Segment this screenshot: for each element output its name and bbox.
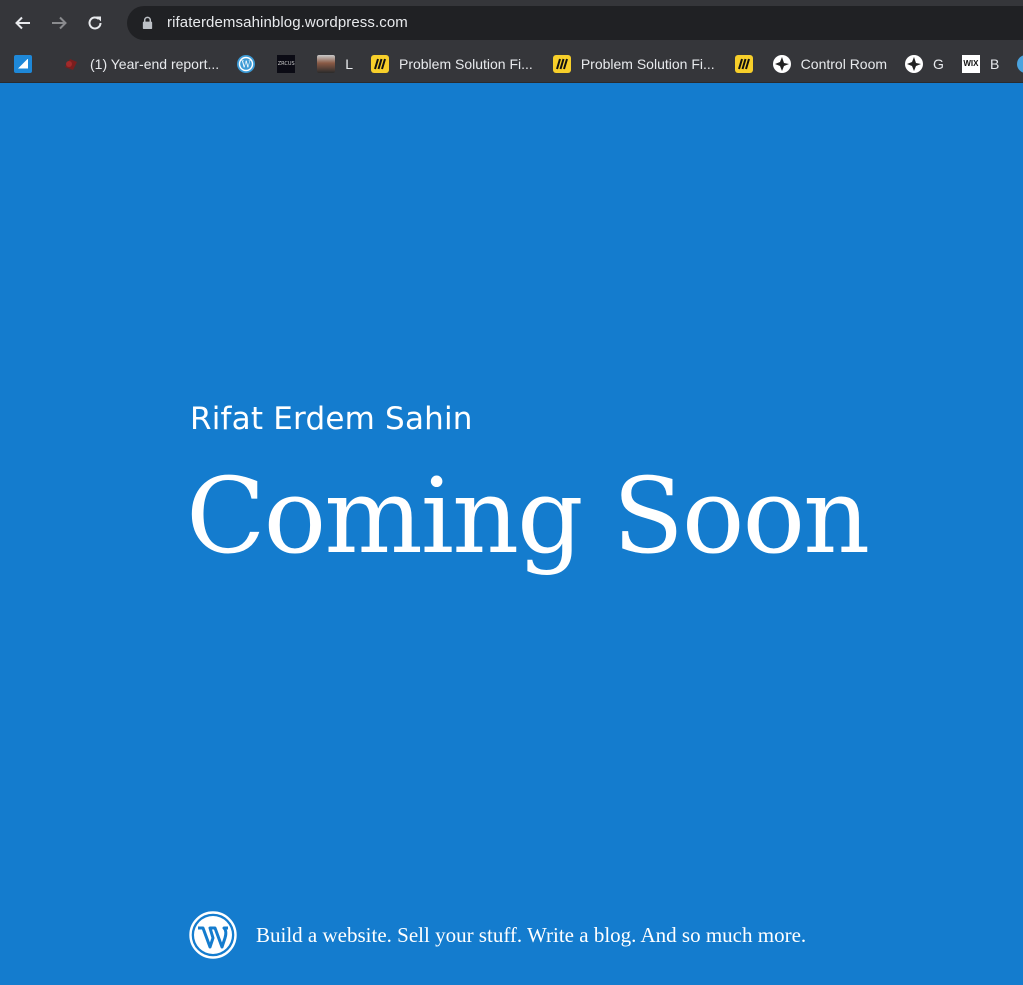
coming-soon-heading: Coming Soon [186,455,870,577]
svg-text:W: W [242,60,252,70]
bookmark-label: (1) Year-end report... [90,55,220,72]
lock-icon [141,16,155,30]
bookmark-item[interactable]: W [231,50,261,78]
bookmarks-bar: (1) Year-end report... W ZRCUS L Problem… [0,45,1023,83]
reload-icon [88,15,102,29]
bookmark-item[interactable]: L [311,50,359,78]
back-button[interactable] [5,5,41,41]
site-title: Rifat Erdem Sahin [190,401,473,437]
bookmark-item[interactable] [8,50,38,78]
blue-square-icon [14,54,32,73]
miro-icon [552,54,571,73]
bookmark-label: Problem Solution Fi... [398,55,533,72]
bookmark-item[interactable] [1011,50,1023,78]
forward-button[interactable] [41,5,77,41]
bookmark-item[interactable]: ZRCUS [271,50,301,78]
address-bar[interactable]: rifaterdemsahinblog.wordpress.com [127,5,1023,40]
reload-button[interactable] [77,5,113,41]
bookmark-label: G [933,55,944,72]
bookmark-item[interactable] [729,50,759,78]
wix-icon: WIX [961,54,980,73]
wordpress-icon: W [237,54,256,73]
globe-icon [1017,54,1023,73]
bookmark-item[interactable]: Problem Solution Fi... [365,50,539,78]
wordpress-footer[interactable]: Build a website. Sell your stuff. Write … [189,911,806,959]
bookmark-item[interactable]: (1) Year-end report... [56,50,225,78]
bookmark-item[interactable]: Control Room [767,50,893,78]
dark-app-icon: ZRCUS [277,54,296,73]
bookmark-item[interactable]: Problem Solution Fi... [547,50,721,78]
miro-icon [370,54,389,73]
coming-soon-page: Rifat Erdem Sahin Coming Soon Build a we… [0,83,1023,985]
miro-icon [734,54,753,73]
pinwheel-icon [772,54,791,73]
browser-toolbar: rifaterdemsahinblog.wordpress.com [0,0,1023,45]
bookmark-item[interactable]: WIX B [956,50,1005,78]
bookmark-label: Control Room [800,55,888,72]
back-arrow-icon [15,16,30,29]
bookmark-label: B [989,55,1000,72]
wordpress-logo-icon [189,911,237,959]
forward-arrow-icon [52,16,67,29]
red-icon [62,55,80,73]
bookmark-label: Problem Solution Fi... [580,55,715,72]
url-text: rifaterdemsahinblog.wordpress.com [167,14,408,31]
wordpress-tagline: Build a website. Sell your stuff. Write … [256,922,807,947]
profile-photo-icon [317,54,336,73]
bookmark-label: L [345,55,353,72]
bookmark-item[interactable]: G [899,50,950,78]
pinwheel-icon [905,54,924,73]
